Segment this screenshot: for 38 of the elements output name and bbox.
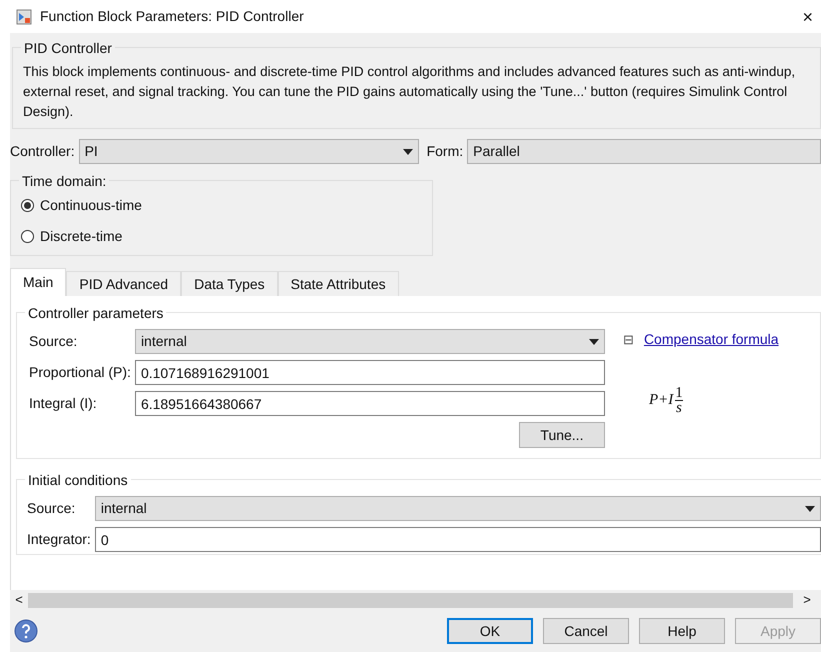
scroll-left-arrow[interactable]: < bbox=[10, 590, 28, 610]
integral-field[interactable]: 6.18951664380667 bbox=[134, 391, 605, 416]
radio-button[interactable] bbox=[21, 230, 34, 243]
tab[interactable]: Main bbox=[10, 268, 66, 296]
field-label: Proportional (P): bbox=[29, 363, 131, 382]
dropdown-caret-icon bbox=[588, 338, 599, 344]
radio-button[interactable] bbox=[21, 199, 34, 212]
compensator-formula-link[interactable]: Compensator formula bbox=[644, 329, 779, 350]
window-title: Function Block Parameters: PID Controller bbox=[40, 7, 305, 26]
scroll-right-arrow[interactable]: > bbox=[793, 590, 821, 610]
collapse-button[interactable]: ⊟ bbox=[622, 333, 634, 346]
close-button[interactable]: × bbox=[798, 8, 817, 26]
dropdown-caret-icon bbox=[402, 148, 413, 154]
app-icon bbox=[16, 8, 32, 24]
tune-button[interactable]: Tune... bbox=[518, 422, 605, 448]
field-label: Form: bbox=[426, 142, 464, 161]
tab[interactable]: PID Advanced bbox=[66, 271, 182, 296]
proportional-field[interactable]: 0.107168916291001 bbox=[134, 360, 605, 385]
tab[interactable]: Data Types bbox=[181, 271, 278, 296]
integrator-field[interactable]: 0 bbox=[94, 527, 821, 552]
dialog-button[interactable]: Cancel bbox=[543, 618, 629, 644]
source-dropdown[interactable]: internal bbox=[134, 329, 605, 354]
radio-label: Discrete-time bbox=[40, 227, 122, 246]
dialog-button[interactable]: OK bbox=[447, 618, 533, 644]
field-label: Source: bbox=[29, 332, 78, 351]
controller-dropdown[interactable]: PI bbox=[78, 139, 419, 164]
radio-label: Continuous-time bbox=[40, 196, 142, 215]
dropdown-caret-icon bbox=[805, 506, 815, 512]
field-label: Integral (I): bbox=[29, 394, 98, 413]
field-label: Controller: bbox=[10, 142, 75, 161]
field-label: Source: bbox=[27, 499, 76, 518]
source-dropdown[interactable]: internal bbox=[94, 496, 821, 521]
help-icon[interactable] bbox=[14, 619, 38, 643]
form-dropdown[interactable]: Parallel bbox=[467, 139, 821, 164]
dialog-button[interactable]: Help bbox=[639, 618, 725, 644]
block-description: This block implements continuous- and discrete-time PID control algorithms and includes advanced features such as anti-windup, external reset, and signal tracking. You can tune the PID gains automatically using the 'Tune...' button (requires Simulink Control Design). bbox=[23, 63, 796, 121]
tab[interactable]: State Attributes bbox=[278, 271, 399, 296]
field-label: Integrator: bbox=[27, 530, 91, 549]
